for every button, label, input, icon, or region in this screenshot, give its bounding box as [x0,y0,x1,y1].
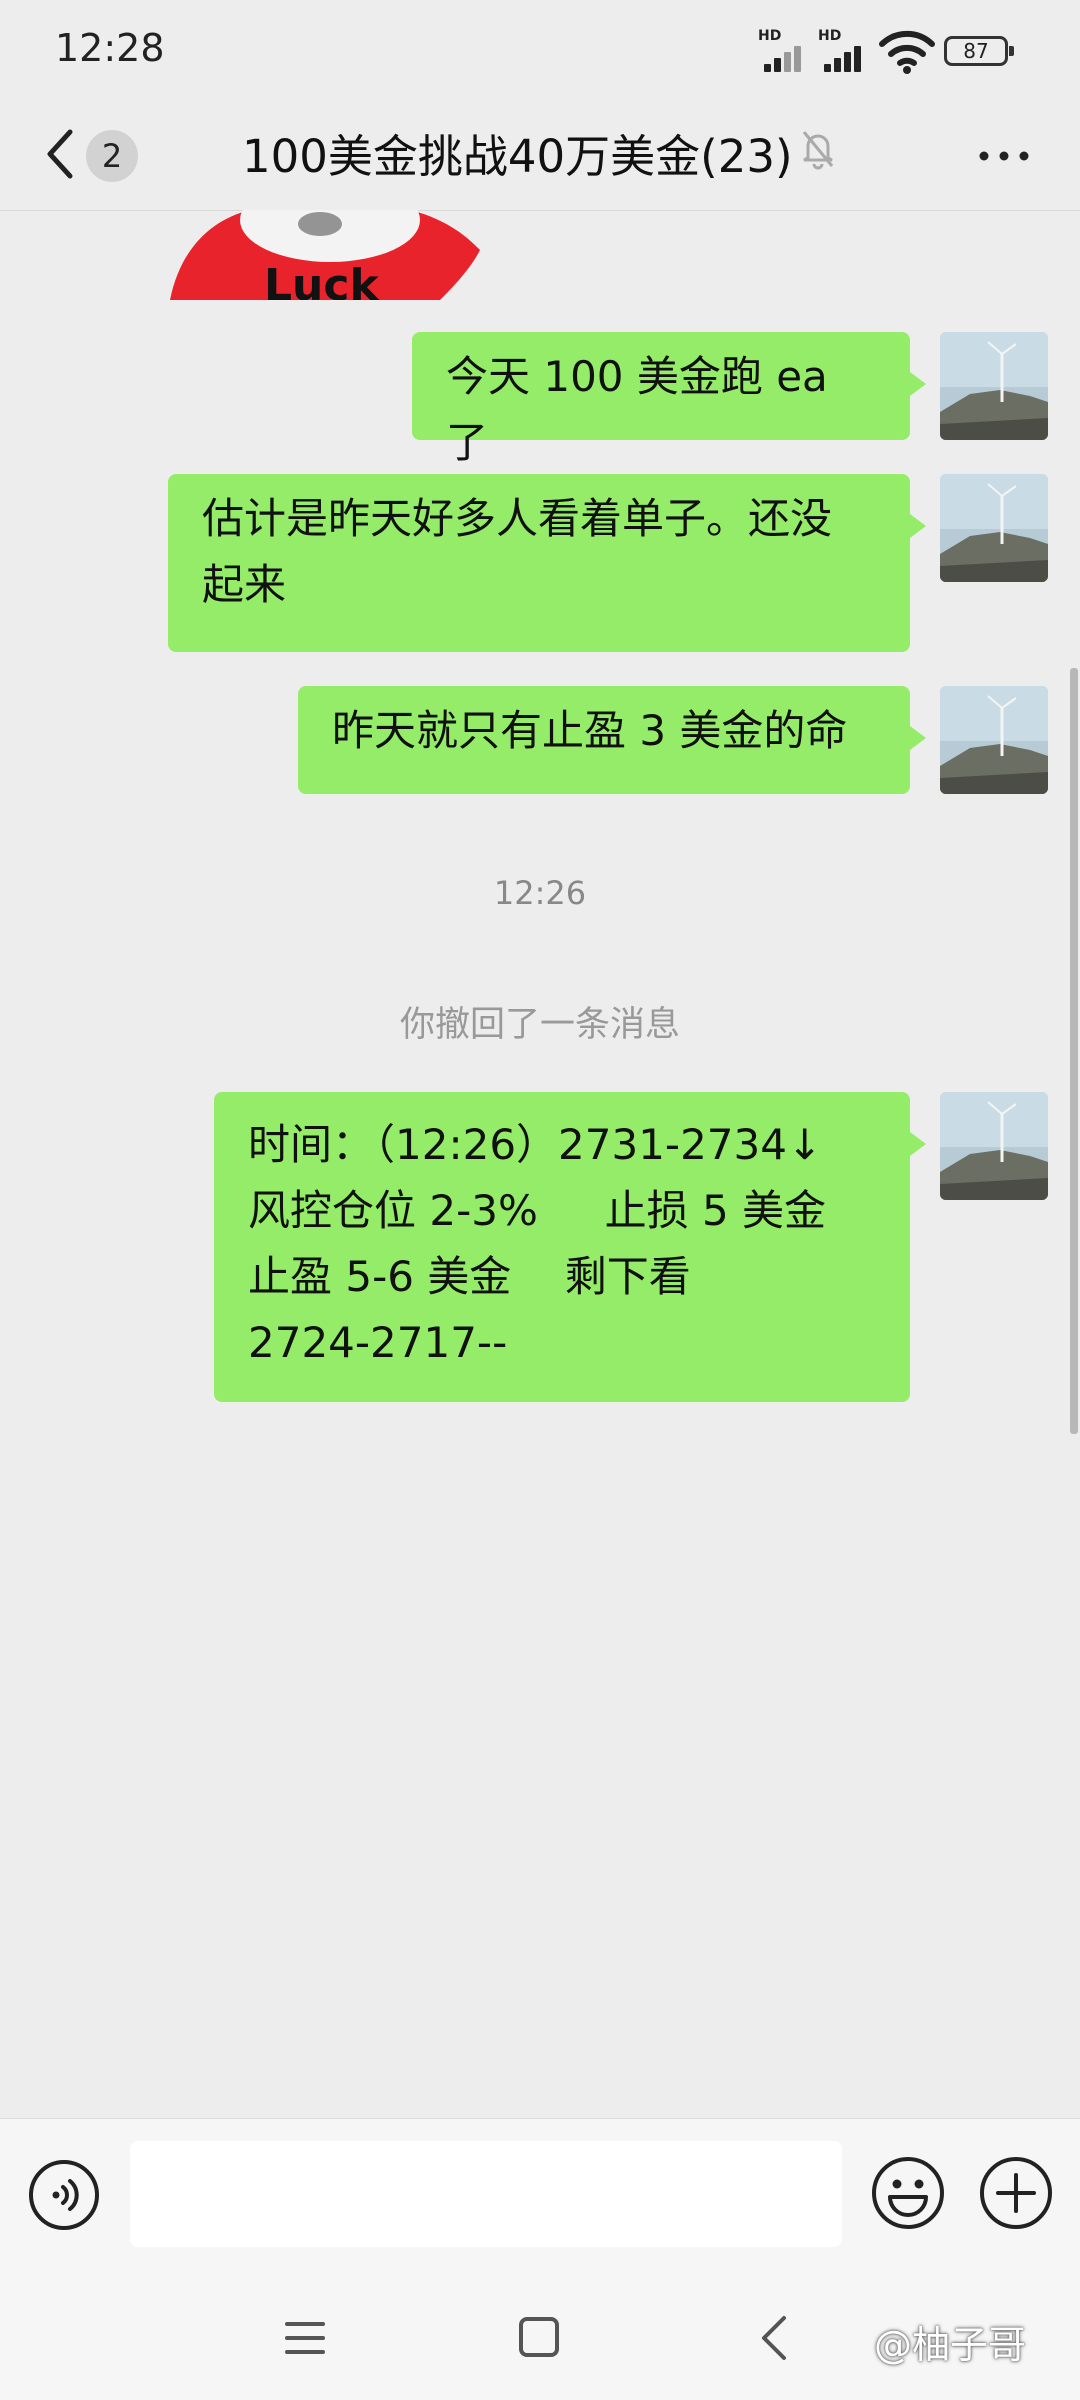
mute-bell-icon [802,131,834,170]
sticker-text: Luck [264,260,379,300]
battery-icon: 87 [944,36,1014,66]
message-text-line: 风控仓位 2-3% 止损 5 美金 [248,1186,827,1235]
plus-icon[interactable] [978,2155,1054,2231]
message-bubble[interactable]: 今天 100 美金跑 ea 了 [412,332,926,467]
unread-count-badge[interactable]: 2 [86,130,138,182]
message-bubble[interactable]: 昨天就只有止盈 3 美金的命 [298,686,926,794]
message-text-line: 时间：（12:26）2731-2734↓ [248,1120,823,1169]
message-text-line: 起来 [202,560,287,609]
avatar[interactable] [940,332,1048,440]
more-options-icon[interactable] [976,136,1032,176]
home-icon[interactable] [518,2316,560,2358]
avatar[interactable] [940,1092,1048,1200]
chat-header: 2 100美金挑战40万美金(23) [0,100,1080,211]
status-bar: 12:28 HD HD 87 [0,0,1080,100]
emoji-icon[interactable] [870,2155,946,2231]
message-text-line: 止盈 5-6 美金 剩下看 [248,1252,691,1301]
input-bar [0,2118,1080,2279]
message-text: 昨天就只有止盈 3 美金的命 [332,706,848,755]
message-bubble[interactable]: 时间：（12:26）2731-2734↓ 风控仓位 2-3% 止损 5 美金 止… [214,1092,926,1402]
menu-icon[interactable] [285,2318,325,2358]
recall-notice: 你撤回了一条消息 [399,1005,680,1045]
watermark: @柚子哥 [874,2323,1027,2367]
message-text-line: 估计是昨天好多人看着单子。还没 [202,494,833,543]
back-arrow-icon[interactable] [40,122,80,186]
luck-sticker[interactable]: Luck [170,210,490,300]
message-text-line: 2724-2717-- [248,1318,508,1367]
chat-title: 100美金挑战40万美金(23) [242,130,793,183]
avatar[interactable] [940,686,1048,794]
nav-back-icon[interactable] [756,2314,790,2362]
chat-timestamp: 12:26 [493,874,587,912]
wifi-icon [879,30,935,74]
voice-input-icon[interactable] [28,2159,100,2231]
message-input[interactable] [130,2141,842,2247]
message-text: 今天 100 美金跑 ea 了 [446,352,828,467]
message-bubble[interactable]: 估计是昨天好多人看着单子。还没 起来 [168,474,926,652]
system-nav-bar: @柚子哥 [0,2278,1080,2400]
scrollbar[interactable] [1070,668,1078,1434]
avatar[interactable] [940,474,1048,582]
status-time: 12:28 [55,26,165,70]
